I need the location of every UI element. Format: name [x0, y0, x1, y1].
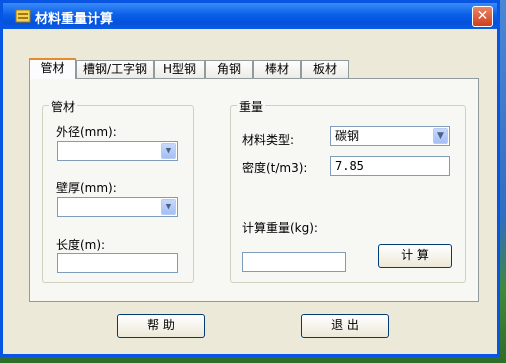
pipe-group-label: 管材: [49, 98, 78, 115]
calculate-button[interactable]: 计 算: [378, 244, 452, 268]
tab-angle[interactable]: 角钢: [205, 60, 253, 78]
length-label: 长度(m):: [56, 238, 106, 252]
density-label: 密度(t/m3):: [242, 161, 308, 175]
wall-thickness-combo[interactable]: ▼: [57, 197, 178, 217]
result-weight-input[interactable]: [242, 252, 346, 272]
app-icon: [15, 9, 31, 23]
weight-group: 重量 材料类型: 碳钢 ▼ 密度(t/m3): 7.85 计算重量(kg): 计…: [230, 98, 466, 283]
app-window: 材料重量计算 ✕ 管材 槽钢/工字钢 H型钢 角钢 棒材 板材 管材 外径(mm…: [0, 0, 500, 357]
tab-plate[interactable]: 板材: [301, 60, 349, 78]
wall-thickness-label: 壁厚(mm):: [56, 181, 117, 195]
pipe-group: 管材 外径(mm): ▼ 壁厚(mm): ▼ 长度(m):: [42, 98, 194, 283]
chevron-down-icon[interactable]: ▼: [161, 199, 176, 215]
exit-button[interactable]: 退 出: [301, 314, 389, 338]
material-type-combo[interactable]: 碳钢 ▼: [330, 126, 450, 146]
tab-bar[interactable]: 棒材: [253, 60, 301, 78]
close-icon: ✕: [476, 8, 489, 24]
chevron-down-icon[interactable]: ▼: [433, 128, 448, 144]
title-bar[interactable]: 材料重量计算 ✕: [3, 3, 497, 29]
help-button[interactable]: 帮 助: [117, 314, 205, 338]
tab-panel: 管材 外径(mm): ▼ 壁厚(mm): ▼ 长度(m): 重量 材料类型: 碳…: [29, 78, 479, 302]
density-input[interactable]: 7.85: [330, 156, 450, 176]
window-title: 材料重量计算: [35, 12, 114, 27]
chevron-down-icon[interactable]: ▼: [161, 143, 176, 159]
tab-channel-ibeam[interactable]: 槽钢/工字钢: [76, 60, 154, 78]
close-button[interactable]: ✕: [472, 6, 493, 27]
length-input[interactable]: [57, 253, 178, 273]
outer-diameter-combo[interactable]: ▼: [57, 141, 178, 161]
tab-h-beam[interactable]: H型钢: [154, 60, 205, 78]
outer-diameter-label: 外径(mm):: [56, 125, 117, 139]
material-type-label: 材料类型:: [242, 133, 295, 147]
result-weight-label: 计算重量(kg):: [242, 221, 318, 235]
weight-group-label: 重量: [237, 98, 266, 115]
tab-pipe[interactable]: 管材: [29, 58, 76, 79]
